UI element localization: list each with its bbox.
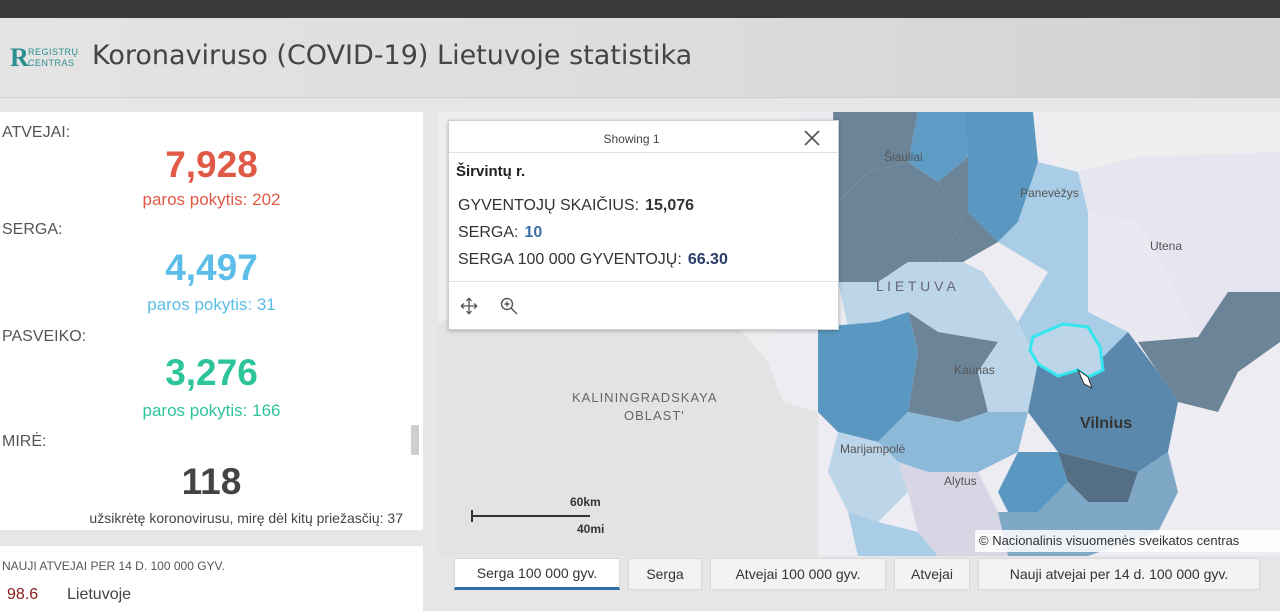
tab-serga[interactable]: Serga: [628, 558, 702, 590]
tab-atvejai[interactable]: Atvejai: [894, 558, 970, 590]
map-layer-tabs: Serga 100 000 gyv. Serga Atvejai 100 000…: [438, 556, 1280, 596]
close-icon[interactable]: [801, 127, 823, 149]
attr-label: GYVENTOJŲ SKAIČIUS:: [458, 197, 640, 214]
browser-top-strip: [0, 0, 1280, 18]
map-label-lietuva: L I E T U V A: [876, 278, 956, 294]
new-cases-region[interactable]: Lietuvoje: [67, 586, 131, 604]
map-label-marijampole: Marijampolė: [840, 442, 906, 456]
map-label-alytus: Alytus: [944, 474, 977, 488]
map-label-utena: Utena: [1150, 239, 1183, 253]
stats-panel: ATVEJAI: 7,928 paros pokytis: 202 SERGA:…: [0, 112, 423, 530]
mire-label: MIRĖ:: [2, 433, 47, 450]
scale-km: 60km: [570, 495, 601, 509]
map-label-kaliningrad: KALININGRADSKAYA: [572, 390, 718, 405]
popup-feature-name: Širvintų r.: [456, 163, 526, 180]
serga-delta: paros pokytis: 31: [147, 295, 276, 314]
logo-text-2: CENTRAS: [28, 58, 75, 68]
new-cases-panel: NAUJI ATVEJAI PER 14 D. 100 000 GYV. 98.…: [0, 546, 423, 611]
map-label-panevezys: Panevėžys: [1020, 186, 1079, 200]
popup-header: Showing 1: [449, 121, 838, 153]
map-attribution: © Nacionalinis visuomenės sveikatos cent…: [975, 530, 1280, 552]
app-header: R REGISTRŲ CENTRAS Koronaviruso (COVID-1…: [0, 18, 1280, 98]
scrollbar-thumb[interactable]: [411, 425, 419, 455]
serga-label: SERGA:: [2, 221, 63, 238]
feature-popup: Showing 1 Širvintų r. GYVENTOJŲ SKAIČIUS…: [448, 120, 839, 330]
mire-note: užsikrėtę koronovirusu, mirę dėl kitų pr…: [89, 510, 403, 526]
attr-label: SERGA 100 000 GYVENTOJŲ:: [458, 251, 682, 268]
mire-value: 118: [181, 461, 242, 502]
popup-attr-population: GYVENTOJŲ SKAIČIUS: 15,076: [458, 197, 694, 215]
new-cases-title: NAUJI ATVEJAI PER 14 D. 100 000 GYV.: [2, 559, 225, 573]
zoom-to-icon[interactable]: [499, 296, 519, 316]
new-cases-value: 98.6: [7, 586, 39, 603]
popup-attr-serga: SERGA: 10: [458, 224, 542, 242]
serga-value: 4,497: [165, 247, 258, 288]
tab-serga-100k[interactable]: Serga 100 000 gyv.: [454, 558, 620, 590]
popup-showing-count: Showing 1: [603, 132, 660, 146]
map-label-kaunas: Kaunas: [954, 363, 995, 377]
atvejai-value: 7,928: [165, 144, 258, 185]
registru-centras-logo[interactable]: R REGISTRŲ CENTRAS: [10, 44, 78, 72]
popup-footer: [449, 281, 838, 329]
stats-scrollbar[interactable]: [411, 150, 419, 530]
page-title: Koronaviruso (COVID-19) Lietuvoje statis…: [92, 40, 693, 71]
map-scale-bar: 60km 40mi: [470, 495, 620, 538]
pasveiko-value: 3,276: [165, 352, 258, 393]
map-label-oblast: OBLAST': [624, 408, 685, 423]
tab-atvejai-100k[interactable]: Atvejai 100 000 gyv.: [710, 558, 886, 590]
pan-move-icon[interactable]: [459, 296, 479, 316]
tab-nauji-atvejai-14d[interactable]: Nauji atvejai per 14 d. 100 000 gyv.: [978, 558, 1260, 590]
atvejai-delta: paros pokytis: 202: [142, 190, 281, 209]
logo-text-1: REGISTRŲ: [28, 47, 79, 57]
attr-label: SERGA:: [458, 224, 519, 241]
attr-value: 15,076: [645, 197, 695, 214]
pasveiko-delta: paros pokytis: 166: [142, 401, 281, 420]
scale-mi: 40mi: [577, 522, 605, 536]
map-label-vilnius: Vilnius: [1080, 415, 1133, 432]
atvejai-label: ATVEJAI:: [2, 124, 71, 141]
attr-value: 10: [524, 224, 543, 241]
map-label-siauliai: Šiauliai: [884, 150, 923, 164]
popup-attr-serga-100k: SERGA 100 000 GYVENTOJŲ: 66.30: [458, 251, 728, 269]
pasveiko-label: PASVEIKO:: [2, 328, 87, 345]
attr-value: 66.30: [687, 251, 728, 268]
